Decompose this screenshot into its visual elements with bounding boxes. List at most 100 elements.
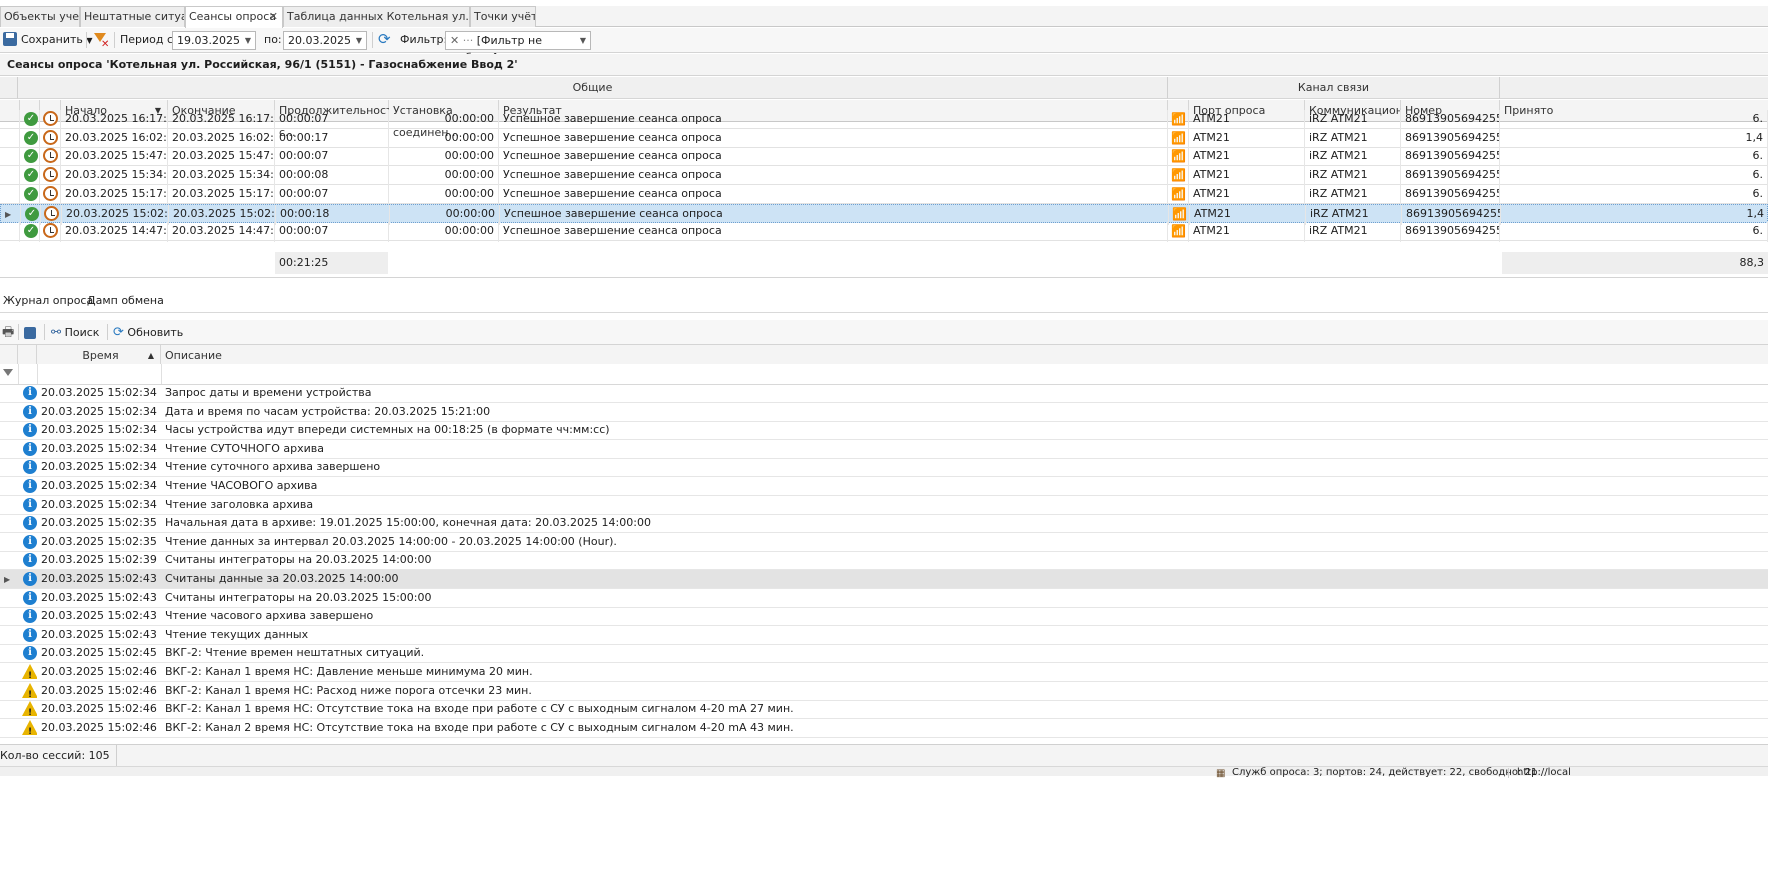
row-indicator[interactable] — [0, 589, 18, 609]
row-indicator[interactable] — [0, 496, 18, 516]
server-url[interactable]: http://local — [1508, 768, 1571, 778]
row-indicator[interactable] — [0, 458, 18, 478]
clear-icon[interactable]: ✕ — [450, 34, 459, 47]
log-row[interactable]: ! 20.03.2025 15:02:46 ВКГ-2: Канал 1 время… — [0, 700, 1768, 720]
clear-filter-button[interactable]: ✕ — [92, 31, 110, 50]
session-end: 20.03.2025 16:02:36 — [168, 128, 275, 149]
row-indicator[interactable] — [0, 626, 18, 646]
session-row[interactable]: ✓ 📶 20.03.2025 16:17:0020.03.2025 16:17:08… — [0, 110, 1768, 130]
port-icon-cell: 📶 — [1168, 166, 1189, 187]
session-end: 20.03.2025 14:47:10 — [168, 222, 275, 243]
row-indicator[interactable] — [0, 682, 18, 702]
row-indicator[interactable]: ▶ — [0, 570, 18, 590]
row-indicator[interactable] — [0, 128, 20, 149]
log-type-cell: ! — [18, 663, 37, 683]
row-indicator[interactable] — [0, 384, 18, 404]
log-row[interactable]: ▶ i 20.03.2025 15:02:43 Считаны данные за 2… — [0, 570, 1768, 589]
log-row[interactable]: i 20.03.2025 15:02:43 Чтение текущих данны… — [0, 626, 1768, 645]
log-row[interactable]: i 20.03.2025 15:02:34 Чтение СУТОЧНОГО арх… — [0, 440, 1768, 459]
info-icon: i — [23, 646, 37, 661]
log-row[interactable]: i 20.03.2025 15:02:35 Начальная дата в арх… — [0, 514, 1768, 534]
log-row[interactable]: i 20.03.2025 15:02:34 Запрос даты и времен… — [0, 384, 1768, 403]
row-indicator[interactable] — [0, 440, 18, 460]
row-indicator[interactable] — [0, 421, 18, 441]
print-button[interactable]: 🖶 — [2, 323, 14, 342]
log-type-cell: i — [18, 477, 37, 497]
session-row[interactable]: ✓ 📶 20.03.2025 15:17:0220.03.2025 15:17:10… — [0, 184, 1768, 205]
row-indicator[interactable] — [0, 184, 20, 205]
tab-exchange-dump[interactable]: Дамп обмена — [87, 289, 164, 313]
log-row[interactable]: ! 20.03.2025 15:02:46 ВКГ-2: Канал 1 время… — [0, 682, 1768, 701]
row-indicator[interactable] — [0, 403, 18, 423]
log-row[interactable]: i 20.03.2025 15:02:34 Чтение ЧАСОВОГО архи… — [0, 477, 1768, 496]
row-indicator[interactable] — [0, 551, 18, 571]
row-indicator[interactable] — [0, 222, 20, 243]
log-row[interactable]: ! 20.03.2025 15:02:46 ВКГ-2: Канал 2 время… — [0, 719, 1768, 738]
date-to-input[interactable]: 20.03.2025 ▼ — [283, 31, 367, 50]
session-result: Успешное завершение сеанса опроса — [499, 222, 1168, 243]
session-row[interactable]: ▶✓📶20.03.2025 15:02:3020.03.2025 15:02:4… — [0, 203, 1768, 225]
chevron-down-icon[interactable]: ▼ — [356, 32, 362, 49]
date-from-input[interactable]: 19.03.2025 ▼ — [172, 31, 256, 50]
row-indicator[interactable] — [0, 607, 18, 627]
type-cell — [40, 166, 61, 187]
tab-metering-points[interactable]: Точки учёта — [470, 6, 536, 27]
log-type-cell: i — [18, 458, 37, 478]
log-row[interactable]: i 20.03.2025 15:02:39 Считаны интеграторы … — [0, 551, 1768, 571]
refresh-button[interactable]: ⟳ Обновить — [113, 323, 183, 342]
close-tab-icon[interactable]: ✕ — [269, 7, 278, 27]
row-indicator[interactable] — [0, 477, 18, 497]
more-icon[interactable]: ··· — [463, 34, 474, 47]
log-row[interactable]: i 20.03.2025 15:02:34 Чтение суточного арх… — [0, 458, 1768, 478]
log-row[interactable]: i 20.03.2025 15:02:35 Чтение данных за инт… — [0, 533, 1768, 552]
session-number: 869139056942556 — [1401, 166, 1500, 187]
log-time: 20.03.2025 15:02:46 — [41, 683, 157, 697]
filter-icon[interactable] — [3, 369, 13, 376]
success-check-icon: ✓ — [24, 168, 38, 183]
row-indicator[interactable] — [0, 166, 20, 187]
refresh-icon[interactable]: ⟳ — [378, 30, 391, 48]
session-received: 6. — [1500, 147, 1768, 168]
search-button[interactable]: ⚯ Поиск — [51, 323, 99, 342]
alarm-clock-icon — [43, 223, 58, 239]
row-indicator[interactable] — [0, 147, 20, 168]
log-row[interactable]: i 20.03.2025 15:02:34 Дата и время по часа… — [0, 403, 1768, 422]
tab-poll-sessions[interactable]: Сеансы опроса ✕ — [185, 6, 283, 28]
log-description: Запрос даты и времени устройства — [165, 386, 372, 399]
tab-poll-log[interactable]: Журнал опроса — [3, 289, 93, 313]
service-status: Служб опроса: 3; портов: 24, действует: … — [1232, 767, 1538, 778]
session-row[interactable]: ✓ 📶 20.03.2025 15:47:0120.03.2025 15:47:09… — [0, 147, 1768, 168]
session-row[interactable]: ✓ 📶 20.03.2025 14:47:0320.03.2025 14:47:10… — [0, 222, 1768, 243]
chevron-down-icon[interactable]: ▼ — [580, 32, 586, 49]
log-row[interactable]: i 20.03.2025 15:02:45 ВКГ-2: Чтение времен… — [0, 644, 1768, 664]
session-row[interactable]: ✓ 📶 20.03.2025 15:34:1720.03.2025 15:34:26… — [0, 166, 1768, 187]
row-indicator[interactable] — [0, 514, 18, 534]
filter-select[interactable]: ✕ ··· [Фильтр не выбран]▼ — [445, 31, 591, 64]
row-indicator[interactable] — [0, 644, 18, 664]
log-description: Считаны данные за 20.03.2025 14:00:00 — [165, 572, 399, 585]
session-end: 20.03.2025 15:47:09 — [168, 147, 275, 168]
log-row[interactable]: i 20.03.2025 15:02:43 Чтение часового архи… — [0, 607, 1768, 627]
success-check-icon: ✓ — [24, 130, 38, 145]
log-time: 20.03.2025 15:02:43 — [41, 572, 157, 585]
log-row[interactable]: i 20.03.2025 15:02:34 Часы устройства идут… — [0, 421, 1768, 441]
tab-accounting-objects[interactable]: Объекты учета — [0, 6, 80, 27]
chevron-down-icon[interactable]: ▼ — [245, 32, 251, 49]
antenna-icon: 📶 — [1171, 130, 1186, 145]
save-button[interactable]: Сохранить ▼ — [21, 33, 93, 46]
session-port: ATM21 — [1189, 184, 1305, 205]
row-indicator[interactable] — [0, 719, 18, 739]
row-indicator[interactable] — [0, 533, 18, 553]
session-row[interactable]: ✓ 📶 20.03.2025 16:02:1820.03.2025 16:02:36… — [0, 128, 1768, 149]
row-indicator[interactable] — [0, 700, 18, 720]
log-row[interactable]: ! 20.03.2025 15:02:46 ВКГ-2: Канал 1 время… — [0, 663, 1768, 682]
tab-data-table[interactable]: Таблица данных Котельная ул. Российс — [283, 6, 470, 27]
log-row[interactable]: i 20.03.2025 15:02:34 Чтение заголовка арх… — [0, 496, 1768, 515]
export-button[interactable] — [24, 323, 36, 342]
log-filter-row[interactable] — [0, 364, 1768, 385]
row-indicator[interactable] — [0, 110, 20, 130]
session-received: 6. — [1500, 222, 1768, 243]
log-row[interactable]: i 20.03.2025 15:02:43 Считаны интеграторы … — [0, 589, 1768, 608]
tab-emergencies[interactable]: Нештатные ситуации — [80, 6, 185, 27]
row-indicator[interactable] — [0, 663, 18, 683]
